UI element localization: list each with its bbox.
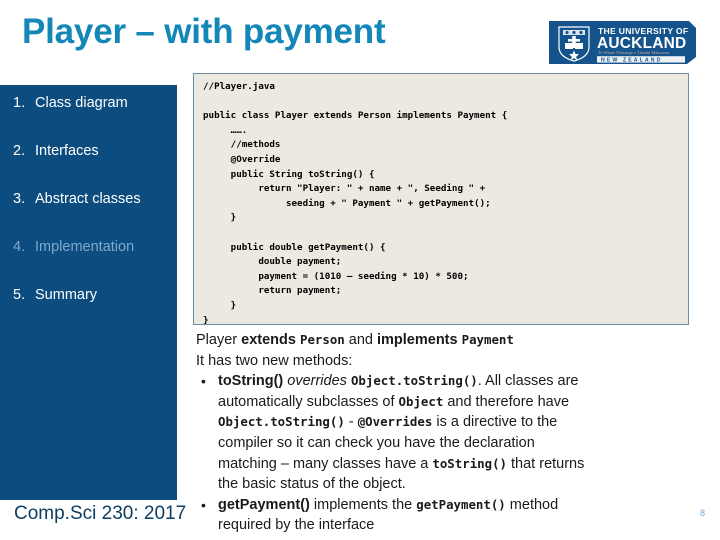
annotation-overrides: @Overrides: [357, 414, 433, 430]
method-tostring: toString(): [432, 455, 507, 471]
page-number: 8: [700, 508, 706, 518]
bullet-body: toString() overrides Object.toString(). …: [218, 371, 704, 495]
keyword-implements: implements: [377, 332, 462, 348]
bullet-dot-icon: •: [201, 496, 206, 513]
text-fragment: and therefore have: [443, 393, 570, 410]
method-object-tostring: Object.toString(): [218, 414, 345, 430]
method-getpayment-mono: getPayment(): [416, 496, 506, 512]
sidebar-item-summary[interactable]: 5. Summary: [13, 287, 177, 303]
text-fragment: . All classes are: [477, 373, 579, 390]
bullet-item-tostring: • toString() overrides Object.toString()…: [196, 371, 704, 495]
text-fragment: is a directive to the: [432, 414, 558, 431]
body-line-1: Player extends Person and implements Pay…: [196, 330, 704, 351]
page-title: Player – with payment: [22, 12, 386, 51]
text-overrides: overrides: [283, 373, 351, 390]
text-fragment: automatically subclasses of: [218, 393, 399, 410]
sidebar-item-number: 5.: [13, 287, 26, 303]
text-fragment: implements the: [309, 496, 417, 513]
sidebar-item-implementation[interactable]: 4. Implementation: [13, 239, 177, 255]
type-payment: Payment: [461, 332, 514, 347]
sidebar-item-number: 2.: [13, 143, 26, 159]
logo-line-4: NEW ZEALAND: [601, 57, 662, 63]
bullet-item-getpayment: • getPayment() implements the getPayment…: [196, 495, 704, 536]
bullet-line: compiler so it can check you have the de…: [218, 434, 535, 451]
sidebar-item-number: 4.: [13, 239, 26, 255]
body-line-2: It has two new methods:: [196, 352, 353, 369]
sidebar-item-abstract-classes[interactable]: 3. Abstract classes: [13, 191, 177, 207]
text-fragment: matching – many classes have a: [218, 455, 433, 472]
code-listing-panel: //Player.java public class Player extend…: [193, 73, 689, 325]
bullet-body: getPayment() implements the getPayment()…: [218, 495, 704, 536]
text-fragment: method: [505, 496, 559, 513]
sidebar-item-label: Summary: [35, 287, 98, 303]
keyword-extends: extends: [241, 332, 300, 348]
sidebar-item-number: 3.: [13, 191, 26, 207]
sidebar-item-class-diagram[interactable]: 1. Class diagram: [13, 95, 177, 111]
bullet-line: automatically subclasses of Object and t…: [218, 394, 569, 410]
bullet-dot-icon: •: [201, 373, 206, 390]
bullet-line: getPayment() implements the getPayment()…: [218, 497, 558, 513]
course-footer: Comp.Sci 230: 2017: [14, 503, 187, 524]
university-logo: THE UNIVERSITY OF AUCKLAND Te Whare Wāna…: [549, 19, 696, 65]
text-fragment: -: [344, 414, 358, 431]
type-object: Object: [398, 393, 444, 409]
sidebar-item-number: 1.: [13, 95, 26, 111]
agenda-sidebar: 1. Class diagram 2. Interfaces 3. Abstract …: [0, 85, 177, 500]
bullet-line: Object.toString() - @Overrides is a dire…: [218, 414, 557, 430]
bullet-line: matching – many classes have a toString(…: [218, 456, 584, 472]
sidebar-item-label: Implementation: [35, 239, 135, 255]
logo-line-3: Te Whare Wānanga o Tāmaki Makaurau: [598, 50, 670, 55]
text-fragment: and: [344, 332, 377, 348]
shield-crest-icon: [558, 26, 590, 62]
text-fragment: Player: [196, 332, 242, 348]
java-source-code: //Player.java public class Player extend…: [203, 81, 508, 325]
bullet-line: toString() overrides Object.toString(). …: [218, 373, 579, 389]
sidebar-item-label: Interfaces: [35, 143, 99, 159]
sidebar-item-interfaces[interactable]: 2. Interfaces: [13, 143, 177, 159]
sidebar-item-label: Class diagram: [35, 95, 128, 111]
bullet-line: the basic status of the object.: [218, 476, 406, 493]
text-fragment: that returns: [507, 455, 585, 472]
explanation-text: Player extends Person and implements Pay…: [196, 330, 704, 536]
bullet-line: required by the interface: [218, 517, 375, 534]
method-tostring: toString(): [218, 373, 284, 390]
method-getpayment: getPayment(): [218, 496, 310, 513]
sidebar-item-label: Abstract classes: [35, 191, 141, 207]
type-person: Person: [299, 332, 345, 347]
method-object-tostring: Object.toString(): [350, 373, 478, 389]
